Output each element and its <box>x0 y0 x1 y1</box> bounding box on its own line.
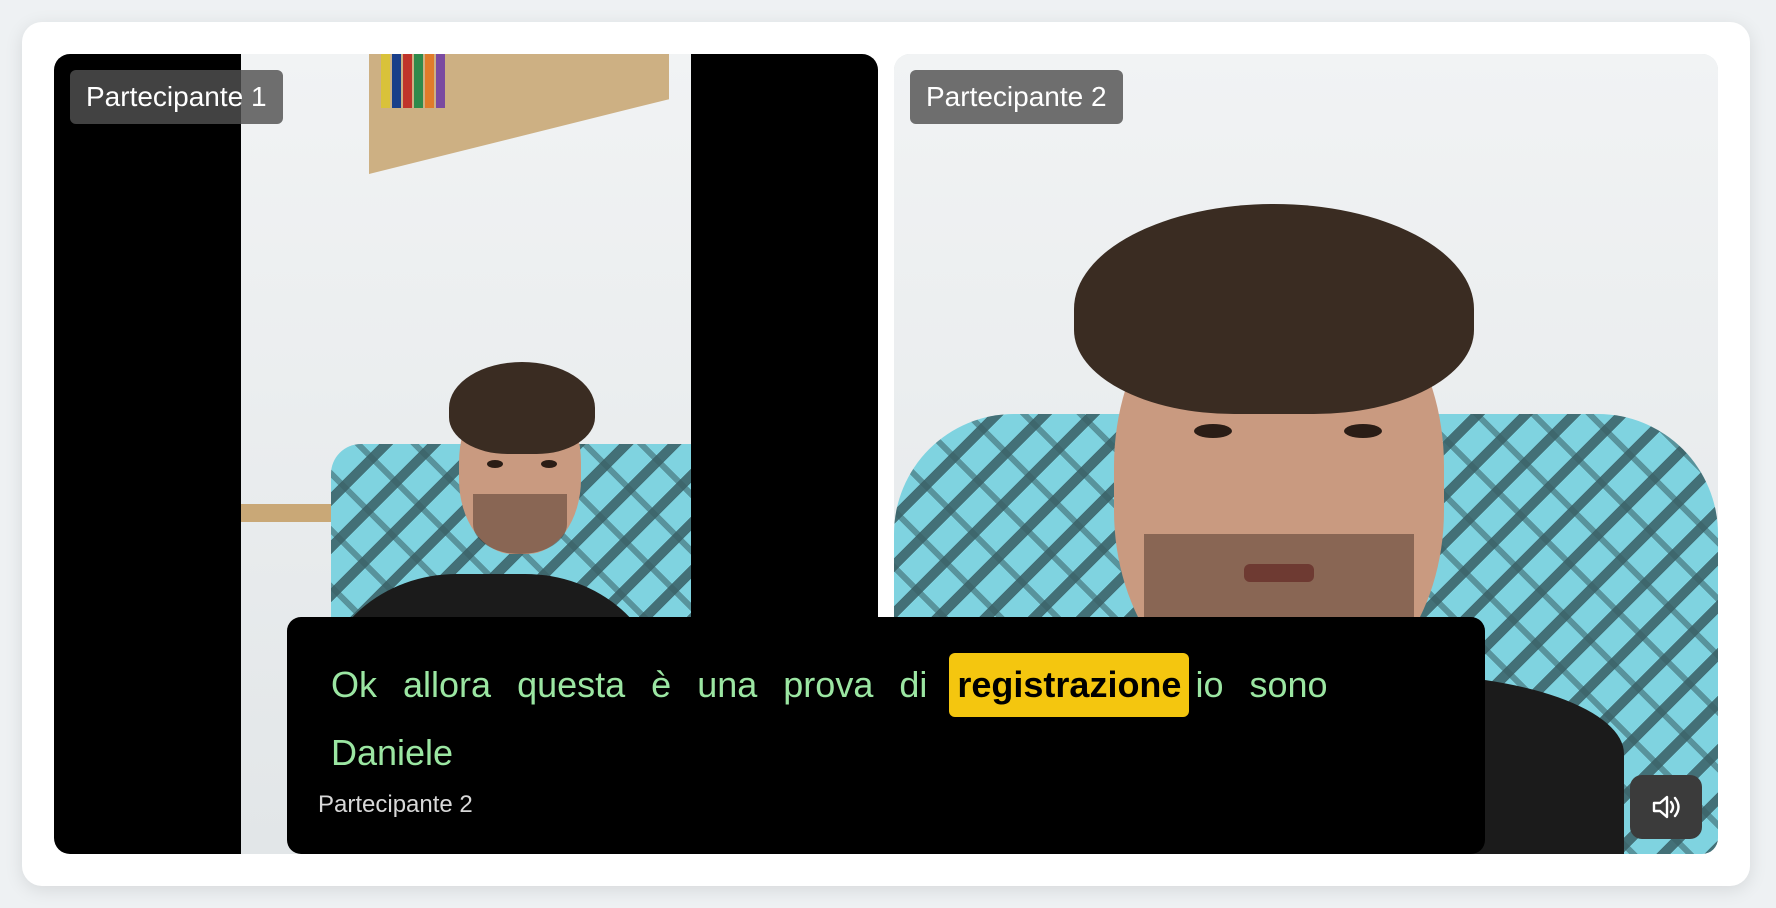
caption-word: di <box>899 664 928 705</box>
caption-speaker-label: Partecipante 2 <box>318 791 473 818</box>
caption-word: è <box>651 664 672 705</box>
speaker-volume-icon <box>1652 795 1680 819</box>
caption-word: io <box>1195 664 1224 705</box>
live-caption-box: Ok allora questa è una prova di registrazione io… <box>287 617 1485 854</box>
call-card: Partecipante 1 Partecipante 2 Ok allora qu… <box>22 22 1750 886</box>
caption-word: sono <box>1249 664 1328 705</box>
caption-word: Daniele <box>331 732 454 773</box>
caption-word-highlighted: registrazione <box>949 653 1190 717</box>
caption-word: allora <box>403 664 492 705</box>
caption-word: Ok <box>331 664 378 705</box>
audio-toggle-button[interactable] <box>1630 775 1702 839</box>
caption-word: una <box>697 664 758 705</box>
participant-2-name-tag: Partecipante 2 <box>910 70 1123 124</box>
caption-text: Ok allora questa è una prova di registrazione io… <box>327 651 1437 787</box>
participant-1-name-tag: Partecipante 1 <box>70 70 283 124</box>
bookshelf-books <box>381 54 445 108</box>
caption-word: prova <box>783 664 874 705</box>
caption-word: questa <box>517 664 626 705</box>
